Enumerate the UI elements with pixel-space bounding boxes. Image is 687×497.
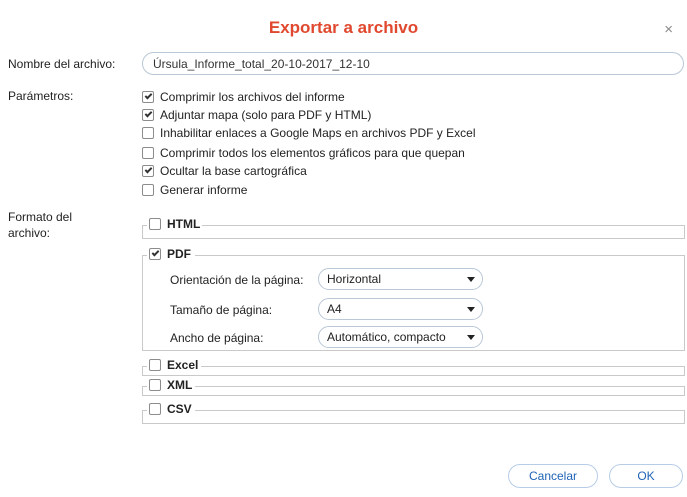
checkbox-icon[interactable] (149, 218, 161, 230)
param-label: Comprimir todos los elementos gráficos p… (160, 146, 465, 160)
pdf-width-label: Ancho de página: (170, 331, 264, 345)
checkbox-icon[interactable] (142, 127, 154, 139)
param-label: Inhabilitar enlaces a Google Maps en arc… (160, 126, 476, 140)
dialog-title: Exportar a archivo (268, 18, 419, 37)
checkbox-icon[interactable] (142, 165, 154, 177)
filename-label: Nombre del archivo: (8, 57, 116, 71)
pdf-size-label: Tamaño de página: (170, 303, 273, 317)
param-label: Generar informe (160, 183, 248, 197)
export-dialog: Exportar a archivo × Nombre del archivo:… (0, 0, 687, 497)
chevron-down-icon (467, 277, 475, 282)
param-compress-graphics[interactable]: Comprimir todos los elementos gráficos p… (142, 145, 465, 161)
checkbox-icon[interactable] (149, 248, 161, 260)
checkbox-icon[interactable] (149, 379, 161, 391)
checkbox-icon[interactable] (149, 359, 161, 371)
format-html-fieldset: HTML (142, 217, 685, 239)
checkbox-icon[interactable] (142, 184, 154, 196)
format-label-line2: archivo: (8, 226, 51, 240)
format-xml-fieldset: XML (142, 378, 685, 396)
checkbox-icon[interactable] (142, 109, 154, 121)
format-excel-label: Excel (167, 358, 199, 372)
params-label: Parámetros: (8, 89, 74, 103)
param-compress-reports[interactable]: Comprimir los archivos del informe (142, 89, 345, 105)
checkbox-icon[interactable] (142, 147, 154, 159)
format-excel-fieldset: Excel (142, 358, 685, 376)
format-xml-label: XML (167, 378, 193, 392)
close-icon[interactable]: × (664, 22, 673, 37)
format-csv-toggle[interactable]: CSV (147, 402, 194, 416)
chevron-down-icon (467, 307, 475, 312)
param-label: Comprimir los archivos del informe (160, 90, 345, 104)
filename-input[interactable] (142, 52, 684, 75)
format-pdf-label: PDF (167, 247, 191, 261)
format-xml-toggle[interactable]: XML (147, 378, 195, 392)
format-html-toggle[interactable]: HTML (147, 217, 203, 231)
checkbox-icon[interactable] (149, 403, 161, 415)
format-excel-toggle[interactable]: Excel (147, 358, 201, 372)
param-attach-map[interactable]: Adjuntar mapa (solo para PDF y HTML) (142, 107, 371, 123)
pdf-width-select[interactable]: Automático, compacto (318, 326, 483, 348)
format-label-line1: Formato del (8, 210, 73, 224)
select-value: Automático, compacto (327, 330, 446, 344)
param-disable-gmaps-links[interactable]: Inhabilitar enlaces a Google Maps en arc… (142, 125, 476, 141)
pdf-orientation-label: Orientación de la página: (170, 273, 304, 287)
select-value: Horizontal (327, 272, 382, 286)
param-generate-report[interactable]: Generar informe (142, 182, 247, 198)
select-value: A4 (327, 302, 342, 316)
param-hide-basemap[interactable]: Ocultar la base cartográfica (142, 163, 307, 179)
pdf-orientation-select[interactable]: Horizontal (318, 268, 483, 290)
format-csv-fieldset: CSV (142, 402, 685, 424)
param-label: Adjuntar mapa (solo para PDF y HTML) (160, 108, 372, 122)
format-html-label: HTML (167, 217, 201, 231)
pdf-size-select[interactable]: A4 (318, 298, 483, 320)
format-csv-label: CSV (167, 402, 192, 416)
checkbox-icon[interactable] (142, 91, 154, 103)
cancel-button[interactable]: Cancelar (508, 464, 598, 488)
ok-button[interactable]: OK (609, 464, 683, 488)
param-label: Ocultar la base cartográfica (160, 164, 307, 178)
chevron-down-icon (467, 335, 475, 340)
format-pdf-toggle[interactable]: PDF (147, 247, 193, 261)
